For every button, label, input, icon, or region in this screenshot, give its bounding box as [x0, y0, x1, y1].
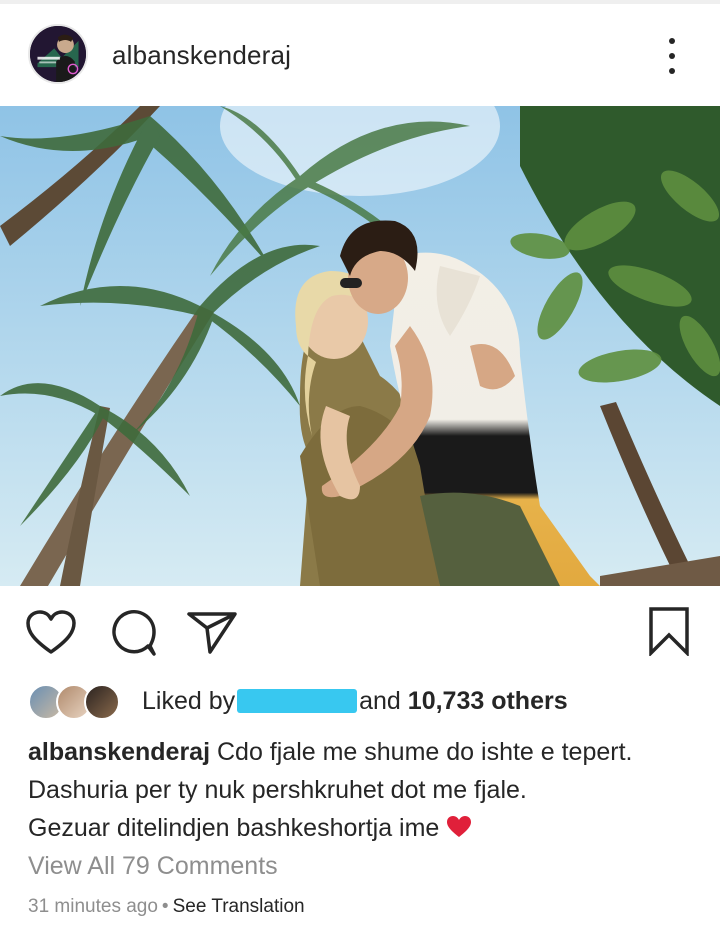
post-header: albanskenderaj: [0, 4, 720, 106]
view-comments-link[interactable]: View All 79 Comments: [28, 852, 278, 881]
more-options-icon[interactable]: [656, 34, 688, 78]
avatar-image: [30, 26, 86, 82]
post-photo[interactable]: [0, 106, 720, 586]
caption-text: Cdo fjale me shume do ishte e tepert.: [216, 738, 633, 766]
likes-text: Liked by and 10,733 others: [142, 687, 568, 716]
see-translation-link[interactable]: See Translation: [173, 896, 305, 917]
more-dot: [669, 38, 675, 44]
red-heart-icon: [447, 816, 472, 837]
comment-bubble-icon[interactable]: [108, 608, 158, 658]
post-caption: albanskenderaj Cdo fjale me shume do ish…: [28, 733, 718, 847]
caption-line: albanskenderaj Cdo fjale me shume do ish…: [28, 733, 718, 771]
likes-count[interactable]: 10,733 others: [408, 687, 568, 715]
profile-avatar[interactable]: [28, 24, 88, 84]
post-username[interactable]: albanskenderaj: [112, 40, 291, 71]
photo-illustration: [0, 106, 720, 586]
caption-line: Dashuria per ty nuk pershkruhet dot me f…: [28, 776, 527, 804]
bookmark-icon[interactable]: [648, 606, 690, 656]
more-dot: [669, 68, 675, 74]
caption-username[interactable]: albanskenderaj: [28, 738, 210, 766]
liked-and-label: and: [359, 687, 401, 715]
post-timestamp: 31 minutes ago: [28, 896, 158, 917]
post-meta: 31 minutes ago • See Translation: [28, 896, 305, 918]
caption-text: Gezuar ditelindjen bashkeshortja ime: [28, 814, 440, 842]
paper-plane-icon[interactable]: [186, 610, 238, 654]
heart-outline-icon[interactable]: [26, 610, 76, 656]
liker-avatar: [84, 684, 120, 720]
more-dot: [669, 53, 675, 59]
redacted-username: [237, 689, 358, 713]
liked-by-label: Liked by: [142, 687, 236, 715]
liker-avatars: [28, 684, 128, 720]
meta-separator: •: [161, 896, 169, 917]
caption-line: Gezuar ditelindjen bashkeshortja ime: [28, 809, 718, 847]
action-bar: [0, 586, 720, 678]
likes-row[interactable]: Liked by and 10,733 others: [28, 682, 708, 722]
